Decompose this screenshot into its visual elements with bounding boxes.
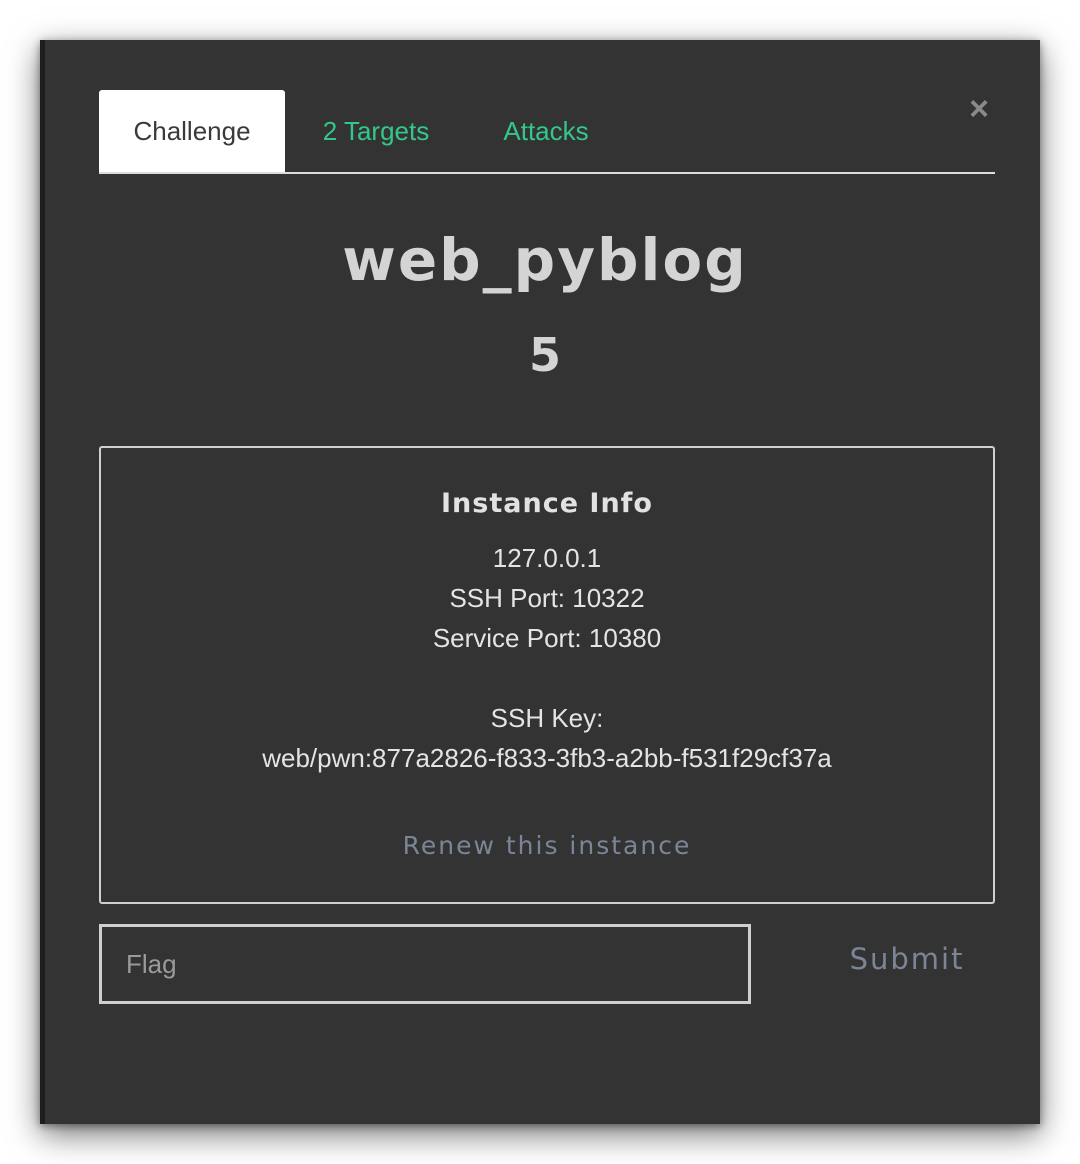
flag-input[interactable] <box>99 924 751 1004</box>
instance-ip: 127.0.0.1 <box>492 543 602 573</box>
ssh-port: SSH Port: 10322 <box>449 583 645 613</box>
ssh-key-value: web/pwn:877a2826-f833-3fb3-a2bb-f531f29c… <box>262 743 832 773</box>
challenge-points: 5 <box>528 328 561 382</box>
tab-targets[interactable]: 2 Targets <box>311 90 441 172</box>
challenge-name: web_pyblog <box>342 226 748 294</box>
submit-button[interactable]: Submit <box>825 934 989 984</box>
ssh-key-label: SSH Key: <box>490 703 604 733</box>
challenge-modal: × Challenge 2 Targets Attacks web_pyblog… <box>40 40 1040 1124</box>
instance-info-panel: Instance Info 127.0.0.1 SSH Port: 10322 … <box>99 446 995 904</box>
tab-attacks[interactable]: Attacks <box>491 90 601 172</box>
tab-challenge[interactable]: Challenge <box>99 90 285 172</box>
instance-info-heading: Instance Info <box>441 488 653 519</box>
tab-bar: Challenge 2 Targets Attacks <box>99 90 995 174</box>
renew-instance-link[interactable]: Renew this instance <box>101 824 993 868</box>
service-port: Service Port: 10380 <box>432 623 662 653</box>
